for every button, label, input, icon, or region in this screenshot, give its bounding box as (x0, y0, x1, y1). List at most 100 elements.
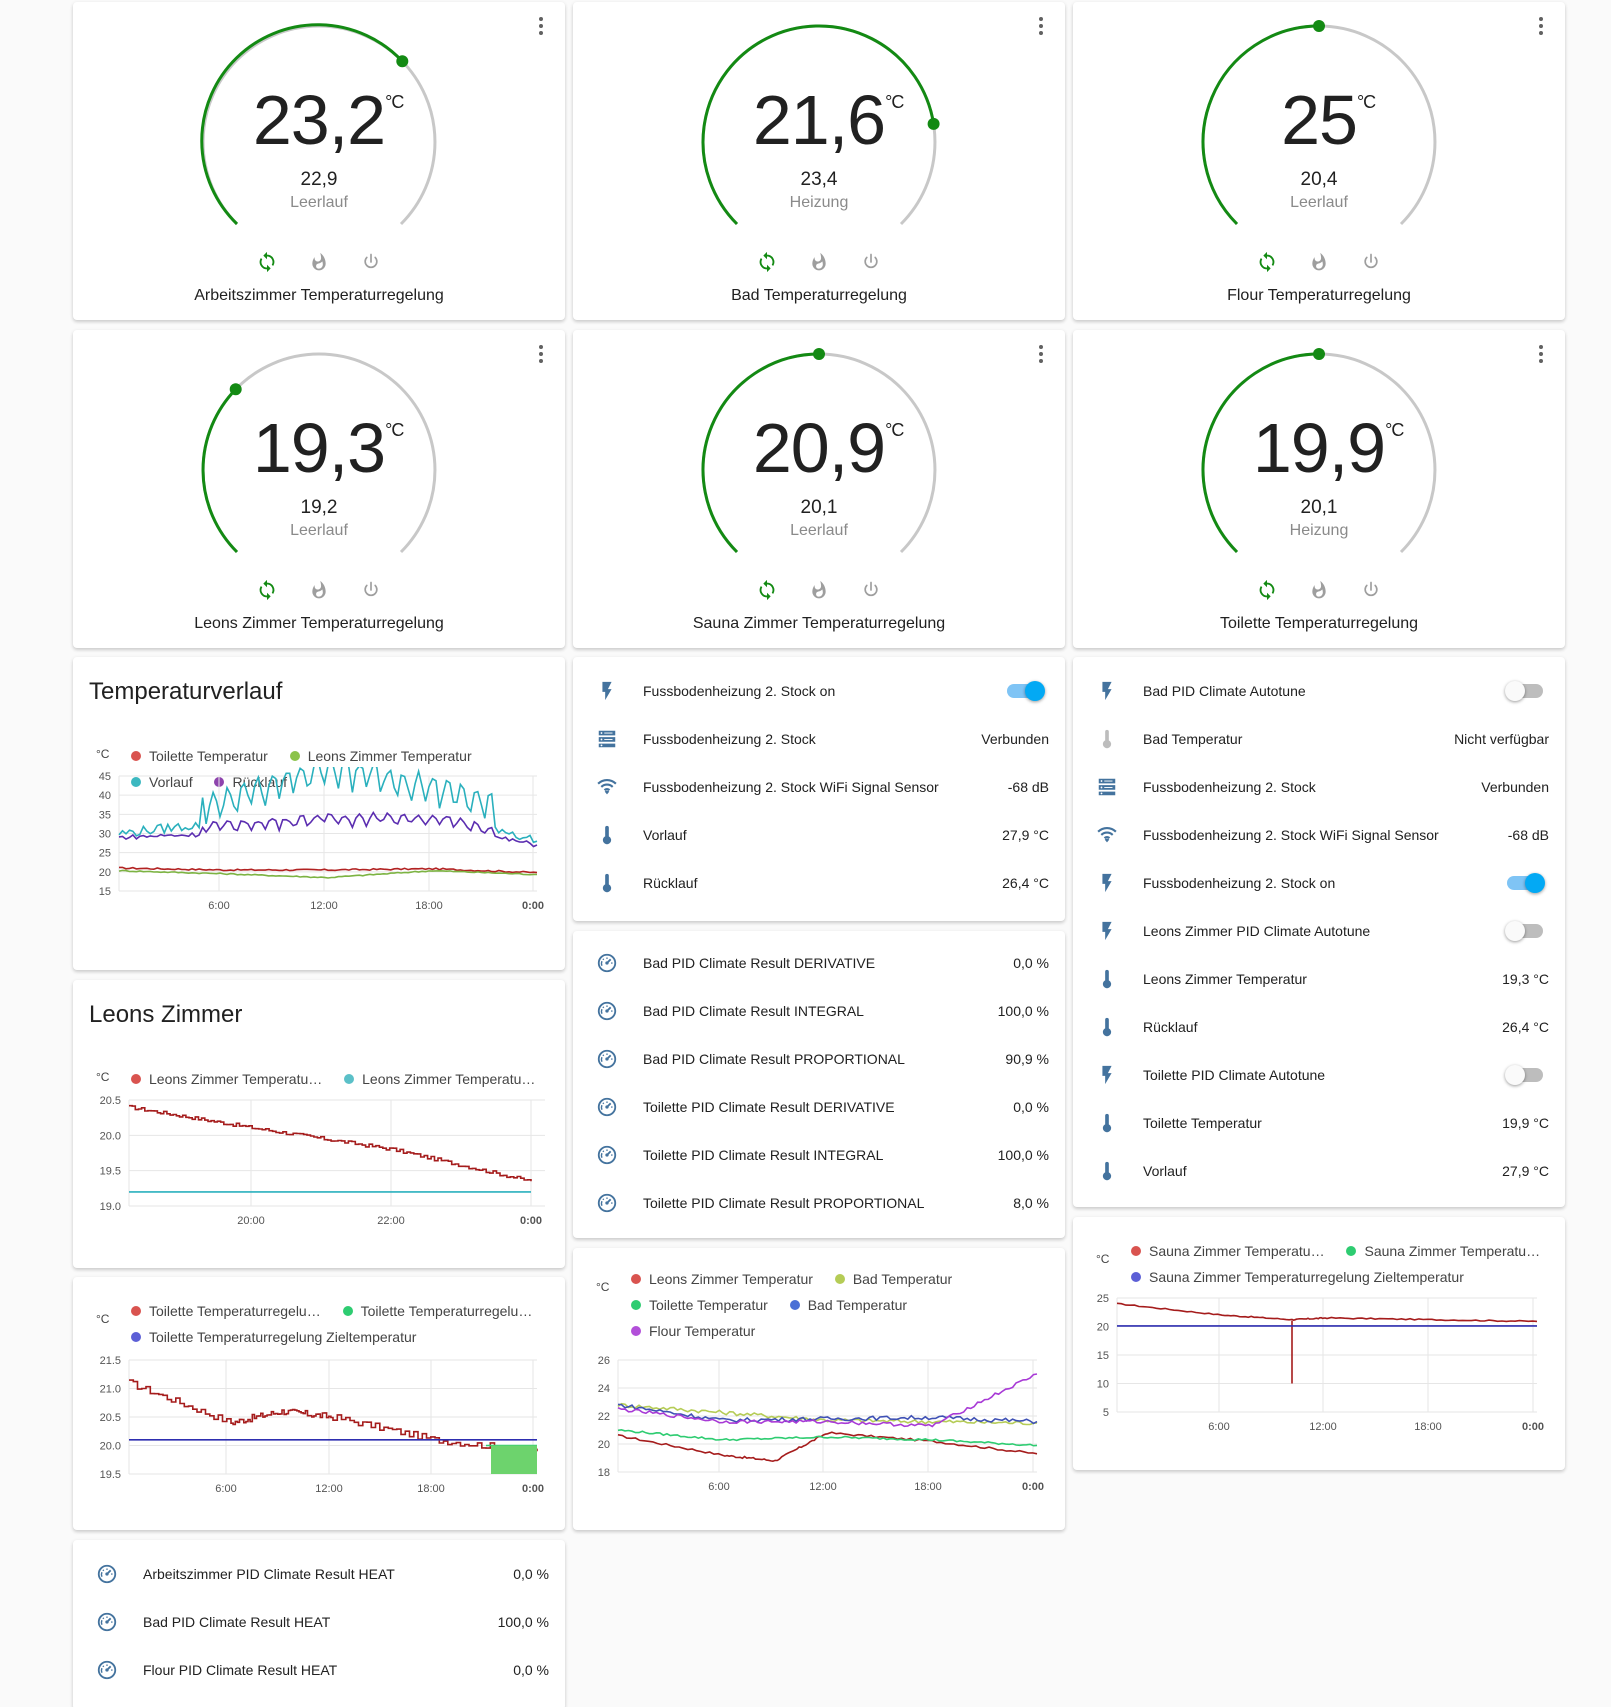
entity-toggle[interactable] (1007, 681, 1045, 701)
leons-chart[interactable]: 20.5 20.0 19.5 19.0 20:00 22:00 0:00 (73, 1085, 565, 1265)
entity-row[interactable]: Bad PID Climate Autotune (1073, 667, 1565, 715)
entity-toggle[interactable] (1505, 1065, 1543, 1085)
gauge-icon (595, 1143, 619, 1167)
entity-row[interactable]: Fussbodenheizung 2. Stock WiFi Signal Se… (1073, 811, 1565, 859)
entity-row[interactable]: Toilette PID Climate Result PROPORTIONAL… (573, 1179, 1065, 1227)
auto-mode-icon[interactable] (755, 250, 779, 274)
current-temperature: 19,3 °C (252, 409, 404, 487)
entity-row[interactable]: Bad PID Climate Result HEAT 100,0 % (73, 1598, 565, 1646)
off-mode-icon[interactable] (859, 578, 883, 602)
entity-row[interactable]: Toilette Temperatur 19,9 °C (1073, 1099, 1565, 1147)
card-menu-button[interactable] (1531, 14, 1551, 38)
x-tick-label: 0:00 (522, 900, 544, 912)
off-mode-icon[interactable] (1359, 578, 1383, 602)
entity-row[interactable]: Toilette PID Climate Autotune (1073, 1051, 1565, 1099)
entity-row[interactable]: Rücklauf 26,4 °C (573, 859, 1065, 907)
y-tick-label: 30 (99, 829, 111, 841)
target-handle (1313, 20, 1325, 32)
entity-row[interactable]: Bad PID Climate Result INTEGRAL 100,0 % (573, 987, 1065, 1035)
legend-item[interactable]: Bad Temperatur (789, 1292, 907, 1318)
y-tick-label: 20 (99, 867, 111, 879)
entity-row[interactable]: Leons Zimmer Temperatur 19,3 °C (1073, 955, 1565, 1003)
pid-heat-card: Arbeitszimmer PID Climate Result HEAT 0,0… (73, 1540, 565, 1707)
entity-row[interactable]: Fussbodenheizung 2. Stock WiFi Signal Se… (573, 763, 1065, 811)
auto-mode-icon[interactable] (255, 250, 279, 274)
gauge-icon (95, 1562, 119, 1586)
sauna-chart[interactable]: 25 20 15 10 5 6:00 12:00 18:00 0:00 (1073, 1287, 1565, 1467)
card-menu-button[interactable] (1531, 342, 1551, 366)
thermostat-card-5: 19,9 °C 20,1 Heizung Toilette Temperaturrege… (1073, 330, 1565, 648)
legend-item[interactable]: Sauna Zimmer Temperatu… (1346, 1238, 1540, 1264)
series-line (118, 767, 538, 844)
entity-row[interactable]: Fussbodenheizung 2. Stock Verbunden (573, 715, 1065, 763)
legend-item[interactable]: Toilette Temperatur (631, 1292, 768, 1318)
entity-row[interactable]: Bad Temperatur Nicht verfügbar (1073, 715, 1565, 763)
entity-row[interactable]: Fussbodenheizung 2. Stock Verbunden (1073, 763, 1565, 811)
legend-item[interactable]: Toilette Temperaturregelung Zieltemperat… (131, 1324, 416, 1350)
y-tick-label: 5 (1103, 1407, 1109, 1419)
x-tick-label: 0:00 (1022, 1481, 1044, 1493)
heat-mode-icon[interactable] (1307, 250, 1331, 274)
auto-mode-icon[interactable] (755, 578, 779, 602)
entity-name: Bad PID Climate Result PROPORTIONAL (643, 1051, 905, 1067)
card-menu-button[interactable] (1031, 14, 1051, 38)
entity-row[interactable]: Vorlauf 27,9 °C (573, 811, 1065, 859)
history-chart[interactable]: 45 40 35 30 25 20 15 6:00 12:00 18:00 0:00 (73, 767, 565, 967)
hvac-action: Leerlauf (1290, 194, 1348, 211)
legend-item[interactable]: Sauna Zimmer Temperatu… (1131, 1238, 1325, 1264)
multi-chart[interactable]: 26 24 22 20 18 6:00 12:00 18:00 0:00 (573, 1348, 1065, 1518)
heat-mode-icon[interactable] (1307, 578, 1331, 602)
entity-name: Arbeitszimmer PID Climate Result HEAT (143, 1566, 395, 1582)
entity-row[interactable]: Bad PID Climate Result PROPORTIONAL 90,9 … (573, 1035, 1065, 1083)
legend-item[interactable]: Toilette Temperatur (131, 743, 268, 769)
legend-item[interactable]: Bad Temperatur (834, 1266, 952, 1292)
off-mode-icon[interactable] (859, 250, 883, 274)
entity-row[interactable]: Leons Zimmer PID Climate Autotune (1073, 907, 1565, 955)
card-menu-button[interactable] (531, 14, 551, 38)
heat-mode-icon[interactable] (307, 250, 331, 274)
entity-row[interactable]: Bad PID Climate Result DERIVATIVE 0,0 % (573, 939, 1065, 987)
card-menu-button[interactable] (531, 342, 551, 366)
y-tick-label: 19.5 (100, 1469, 121, 1481)
y-tick-label: 20.5 (100, 1412, 121, 1424)
auto-mode-icon[interactable] (1255, 250, 1279, 274)
card-menu-button[interactable] (1031, 342, 1051, 366)
entity-row[interactable]: Fussbodenheizung 2. Stock on (573, 667, 1065, 715)
legend-item[interactable]: Flour Temperatur (631, 1318, 755, 1344)
auto-mode-icon[interactable] (255, 578, 279, 602)
flash-icon (1095, 919, 1119, 943)
legend-item[interactable]: Leons Zimmer Temperatur (631, 1266, 813, 1292)
right-entities-card: Bad PID Climate Autotune Bad Temperatur Ni… (1073, 657, 1565, 1207)
entity-state: 0,0 % (513, 1566, 549, 1582)
heat-mode-icon[interactable] (807, 578, 831, 602)
multi-legend: Leons Zimmer Temperatur Bad Temperatur T… (631, 1266, 1061, 1344)
toilette-chart[interactable]: 21.5 21.0 20.5 20.0 19.5 6:00 12:00 18:00 0:00 (73, 1349, 565, 1529)
entity-toggle[interactable] (1505, 921, 1543, 941)
entity-row[interactable]: Arbeitszimmer PID Climate Result HEAT 0,0… (73, 1550, 565, 1598)
heat-mode-icon[interactable] (307, 578, 331, 602)
legend-item[interactable]: Leons Zimmer Temperatur (289, 743, 472, 769)
legend-item[interactable]: Toilette Temperaturregelu… (131, 1298, 321, 1324)
off-mode-icon[interactable] (1359, 250, 1383, 274)
entity-toggle[interactable] (1505, 681, 1543, 701)
hvac-action: Leerlauf (290, 194, 348, 211)
entity-row[interactable]: Toilette PID Climate Result DERIVATIVE 0,… (573, 1083, 1065, 1131)
entity-state: 27,9 °C (1502, 1163, 1549, 1179)
off-mode-icon[interactable] (359, 250, 383, 274)
off-mode-icon[interactable] (359, 578, 383, 602)
entity-row[interactable]: Toilette PID Climate Result INTEGRAL 100,… (573, 1131, 1065, 1179)
y-tick-label: 18 (598, 1467, 610, 1479)
heat-mode-icon[interactable] (807, 250, 831, 274)
sauna-unit: °C (1096, 1252, 1110, 1266)
legend-item[interactable]: Toilette Temperaturregelu… (342, 1298, 532, 1324)
entity-row[interactable]: Vorlauf 27,9 °C (1073, 1147, 1565, 1195)
thermometer-icon (595, 871, 619, 895)
thermostat-name: Bad Temperaturregelung (731, 287, 907, 304)
entity-row[interactable]: Rücklauf 26,4 °C (1073, 1003, 1565, 1051)
x-tick-label: 12:00 (809, 1481, 837, 1493)
entity-toggle[interactable] (1507, 873, 1545, 893)
auto-mode-icon[interactable] (1255, 578, 1279, 602)
server-icon (1095, 775, 1119, 799)
entity-row[interactable]: Flour PID Climate Result HEAT 0,0 % (73, 1646, 565, 1694)
entity-row[interactable]: Fussbodenheizung 2. Stock on (1073, 859, 1565, 907)
